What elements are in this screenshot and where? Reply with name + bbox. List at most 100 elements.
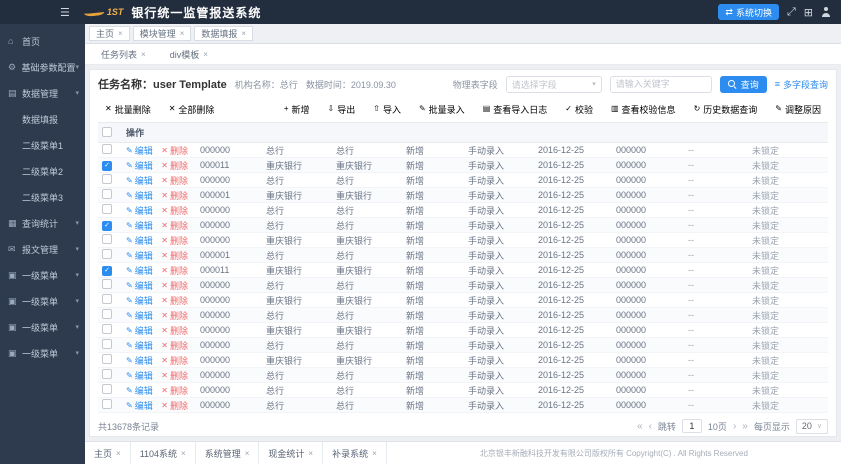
toolbar-button[interactable]: ✕ 批量删除: [98, 101, 158, 118]
keyword-input[interactable]: [610, 76, 712, 93]
edit-link[interactable]: ✎编辑: [126, 159, 153, 172]
row-checkbox[interactable]: ✓: [102, 144, 112, 154]
table-row[interactable]: ✓ ✎编辑 ✕删除 000000 总行 总行 新增: [98, 308, 828, 323]
edit-link[interactable]: ✎编辑: [126, 309, 153, 322]
sidebar-item[interactable]: 数据填报: [0, 106, 85, 132]
edit-link[interactable]: ✎编辑: [126, 204, 153, 217]
page-tab[interactable]: 主页 ×: [89, 26, 130, 41]
edit-link[interactable]: ✎编辑: [126, 399, 153, 412]
page-size-select[interactable]: 20 ∨: [796, 419, 828, 434]
table-row[interactable]: ✓ ✎编辑 ✕删除 000000 总行 总行 新增: [98, 338, 828, 353]
edit-link[interactable]: ✎编辑: [126, 294, 153, 307]
sidebar-item[interactable]: 二级菜单2: [0, 158, 85, 184]
delete-link[interactable]: ✕删除: [161, 264, 188, 277]
toolbar-button[interactable]: ▤ 查看导入日志: [476, 101, 555, 118]
close-icon[interactable]: ×: [203, 50, 208, 59]
row-checkbox[interactable]: ✓: [102, 234, 112, 244]
edit-link[interactable]: ✎编辑: [126, 354, 153, 367]
delete-link[interactable]: ✕删除: [161, 219, 188, 232]
toolbar-button[interactable]: ⇩ 导出: [321, 101, 363, 118]
row-checkbox[interactable]: ✓: [102, 354, 112, 364]
table-row[interactable]: ✓ ✎编辑 ✕删除 000011 重庆银行 重庆银行 新增: [98, 158, 828, 173]
table-row[interactable]: ✓ ✎编辑 ✕删除 000000 重庆银行 重庆银行 新增: [98, 353, 828, 368]
sidebar-item[interactable]: ▣ 一级菜单 ▾: [0, 340, 85, 366]
first-page-icon[interactable]: «: [637, 421, 643, 432]
close-icon[interactable]: ×: [181, 449, 186, 458]
toolbar-button[interactable]: ✓ 校验: [558, 101, 600, 118]
prev-page-icon[interactable]: ‹: [649, 421, 652, 432]
edit-link[interactable]: ✎编辑: [126, 384, 153, 397]
close-icon[interactable]: ×: [241, 29, 246, 38]
sub-tab[interactable]: div模板 ×: [162, 47, 216, 62]
delete-link[interactable]: ✕删除: [161, 354, 188, 367]
toolbar-button[interactable]: ✎ 批量录入: [412, 101, 472, 118]
delete-link[interactable]: ✕删除: [161, 399, 188, 412]
edit-link[interactable]: ✎编辑: [126, 219, 153, 232]
edit-link[interactable]: ✎编辑: [126, 279, 153, 292]
table-row[interactable]: ✓ ✎编辑 ✕删除 000000 总行 总行 新增: [98, 203, 828, 218]
table-row[interactable]: ✓ ✎编辑 ✕删除 000000 重庆银行 重庆银行 新增: [98, 233, 828, 248]
taskbar-tab[interactable]: 主页 ×: [85, 442, 131, 464]
row-checkbox[interactable]: ✓: [102, 309, 112, 319]
table-row[interactable]: ✓ ✎编辑 ✕删除 000000 总行 总行 新增: [98, 143, 828, 158]
delete-link[interactable]: ✕删除: [161, 144, 188, 157]
sidebar-item[interactable]: ✉ 报文管理 ▾: [0, 236, 85, 262]
page-tab[interactable]: 模块管理 ×: [133, 26, 192, 41]
row-checkbox[interactable]: ✓: [102, 189, 112, 199]
sidebar-item[interactable]: ⚙ 基础参数配置 ▾: [0, 54, 85, 80]
edit-link[interactable]: ✎编辑: [126, 249, 153, 262]
close-icon[interactable]: ×: [180, 29, 185, 38]
system-switch-button[interactable]: ⇄ 系统切换: [718, 4, 779, 20]
delete-link[interactable]: ✕删除: [161, 279, 188, 292]
row-checkbox[interactable]: ✓: [102, 399, 112, 409]
apps-icon[interactable]: ⊞: [804, 6, 813, 19]
taskbar-tab[interactable]: 系统管理 ×: [196, 442, 260, 464]
delete-link[interactable]: ✕删除: [161, 339, 188, 352]
fullscreen-icon[interactable]: ⤢: [787, 6, 796, 19]
row-checkbox[interactable]: ✓: [102, 324, 112, 334]
delete-link[interactable]: ✕删除: [161, 174, 188, 187]
multi-field-query-link[interactable]: ≡ 多字段查询: [775, 78, 828, 91]
sidebar-item[interactable]: ▣ 一级菜单 ▾: [0, 262, 85, 288]
delete-link[interactable]: ✕删除: [161, 294, 188, 307]
sidebar-item[interactable]: ▦ 查询统计 ▾: [0, 210, 85, 236]
taskbar-tab[interactable]: 现金统计 ×: [259, 442, 323, 464]
table-row[interactable]: ✓ ✎编辑 ✕删除 000000 总行 总行 新增: [98, 398, 828, 413]
next-page-icon[interactable]: ›: [733, 421, 736, 432]
edit-link[interactable]: ✎编辑: [126, 369, 153, 382]
table-row[interactable]: ✓ ✎编辑 ✕删除 000000 重庆银行 重庆银行 新增: [98, 293, 828, 308]
close-icon[interactable]: ×: [372, 449, 377, 458]
table-row[interactable]: ✓ ✎编辑 ✕删除 000011 重庆银行 重庆银行 新增: [98, 263, 828, 278]
delete-link[interactable]: ✕删除: [161, 189, 188, 202]
toolbar-button[interactable]: ✕ 全部删除: [162, 101, 222, 118]
row-checkbox[interactable]: ✓: [102, 384, 112, 394]
edit-link[interactable]: ✎编辑: [126, 234, 153, 247]
taskbar-tab[interactable]: 补录系统 ×: [323, 442, 387, 464]
row-checkbox[interactable]: ✓: [102, 266, 112, 276]
row-checkbox[interactable]: ✓: [102, 174, 112, 184]
table-row[interactable]: ✓ ✎编辑 ✕删除 000000 总行 总行 新增: [98, 383, 828, 398]
taskbar-tab[interactable]: 1104系统 ×: [131, 442, 196, 464]
toolbar-button[interactable]: ✎ 调整原因: [768, 101, 828, 118]
sidebar-item[interactable]: 二级菜单3: [0, 184, 85, 210]
sub-tab[interactable]: 任务列表 ×: [93, 47, 154, 62]
sidebar-item[interactable]: ▣ 一级菜单 ▾: [0, 288, 85, 314]
sidebar-item[interactable]: ⌂ 首页: [0, 28, 85, 54]
delete-link[interactable]: ✕删除: [161, 204, 188, 217]
row-checkbox[interactable]: ✓: [102, 249, 112, 259]
table-row[interactable]: ✓ ✎编辑 ✕删除 000001 重庆银行 重庆银行 新增: [98, 188, 828, 203]
edit-link[interactable]: ✎编辑: [126, 324, 153, 337]
row-checkbox[interactable]: ✓: [102, 339, 112, 349]
table-row[interactable]: ✓ ✎编辑 ✕删除 000001 总行 总行 新增: [98, 248, 828, 263]
row-checkbox[interactable]: ✓: [102, 294, 112, 304]
delete-link[interactable]: ✕删除: [161, 159, 188, 172]
close-icon[interactable]: ×: [118, 29, 123, 38]
row-checkbox[interactable]: ✓: [102, 221, 112, 231]
delete-link[interactable]: ✕删除: [161, 369, 188, 382]
delete-link[interactable]: ✕删除: [161, 324, 188, 337]
page-tab[interactable]: 数据填报 ×: [194, 26, 253, 41]
close-icon[interactable]: ×: [141, 50, 146, 59]
edit-link[interactable]: ✎编辑: [126, 264, 153, 277]
table-row[interactable]: ✓ ✎编辑 ✕删除 000000 总行 总行 新增: [98, 173, 828, 188]
user-icon[interactable]: [821, 7, 831, 17]
